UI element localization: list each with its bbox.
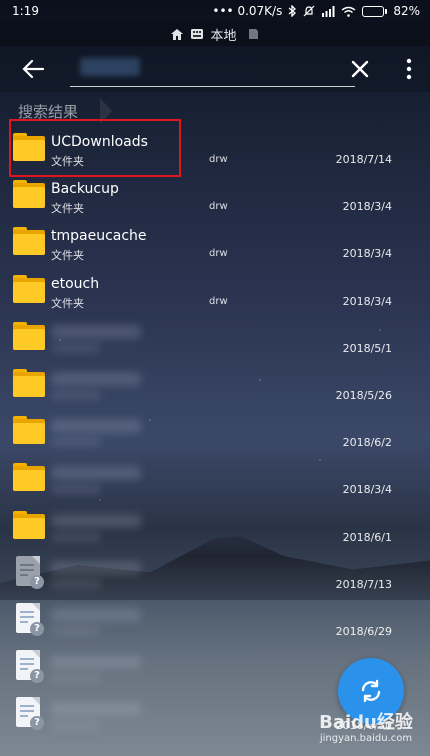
storage-icon: [191, 29, 204, 39]
file-name-redacted: [51, 324, 141, 339]
more-options-button[interactable]: [394, 46, 424, 92]
folder-icon: [13, 180, 45, 209]
file-date: 2018/7/13: [335, 577, 392, 591]
file-date: 2018/3/4: [342, 294, 392, 308]
file-date: 2018/6/2: [342, 436, 392, 450]
file-type-redacted: [51, 626, 101, 636]
home-icon[interactable]: [170, 28, 184, 41]
file-row[interactable]: 2018/5/26: [0, 358, 430, 405]
file-row[interactable]: ? 2018/6/29: [0, 594, 430, 641]
file-name-redacted: [51, 466, 141, 481]
file-permission: drw: [209, 295, 228, 307]
file-type-redacted: [51, 390, 101, 400]
watermark-url: jingyan.baidu.com: [319, 733, 413, 744]
file-type-redacted: [51, 437, 101, 448]
clear-icon: [351, 60, 369, 78]
file-name: tmpaeucache: [51, 228, 147, 245]
file-type-redacted: [51, 531, 101, 542]
status-bar: 1:19 ••• 0.07K/s 82%: [0, 0, 430, 22]
file-row[interactable]: 2018/6/2: [0, 405, 430, 452]
file-name-redacted: [51, 372, 141, 386]
back-button[interactable]: [10, 46, 56, 92]
highlight-box: [9, 119, 181, 177]
file-permission: drw: [209, 154, 228, 165]
file-name-redacted: [51, 702, 141, 717]
file-date: 2018/3/4: [342, 247, 392, 261]
unknown-file-icon: ?: [13, 650, 45, 684]
file-name-redacted: [51, 419, 141, 434]
back-arrow-icon: [22, 59, 45, 79]
wifi-icon: [341, 6, 356, 17]
status-time: 1:19: [12, 4, 39, 18]
file-name-redacted: [51, 513, 141, 528]
search-text-redacted: [80, 58, 140, 76]
file-date: 2018/6/29: [335, 625, 392, 638]
folder-icon: [13, 321, 45, 350]
folder-icon: [13, 274, 45, 303]
file-name: Backucup: [51, 181, 119, 198]
file-type-redacted: [51, 484, 101, 495]
unknown-file-icon: ?: [13, 555, 45, 589]
file-type-redacted: [51, 720, 101, 731]
file-row[interactable]: 2018/5/1: [0, 311, 430, 358]
battery-icon: [362, 5, 388, 17]
file-permission: drw: [209, 201, 228, 213]
top-toolbar: [0, 46, 430, 92]
folder-icon: [13, 416, 45, 445]
file-name: etouch: [51, 275, 100, 292]
watermark-logo: Baidu经验: [319, 712, 413, 733]
file-name-redacted: [51, 655, 141, 670]
location-label[interactable]: 本地: [210, 25, 236, 44]
file-date: 2018/3/4: [342, 200, 392, 214]
file-name-redacted: [51, 608, 141, 622]
file-permission: drw: [209, 248, 228, 260]
file-type: 文件夹: [51, 202, 84, 216]
search-underline: [70, 86, 355, 87]
search-box: [70, 46, 355, 92]
file-type-redacted: [51, 578, 101, 589]
unknown-file-icon: ?: [13, 697, 45, 731]
file-row[interactable]: 2018/3/4: [0, 452, 430, 499]
file-type-redacted: [51, 673, 101, 684]
file-row[interactable]: ? 2018/7/13: [0, 547, 430, 594]
battery-percent: 82%: [393, 4, 420, 18]
sdcard-icon[interactable]: [247, 28, 260, 40]
file-date: 2018/6/1: [342, 530, 392, 544]
file-row[interactable]: 2018/6/1: [0, 500, 430, 547]
file-row[interactable]: etouch 文件夹 drw 2018/3/4: [0, 264, 430, 311]
file-date: 2018/5/26: [335, 389, 392, 402]
file-type: 文件夹: [51, 249, 84, 263]
file-type: 文件夹: [51, 296, 84, 310]
folder-icon: [13, 510, 45, 539]
file-date: 2018/5/1: [342, 341, 392, 355]
folder-icon: [13, 369, 45, 397]
baidu-watermark: Baidu经验 jingyan.baidu.com: [312, 708, 420, 744]
refresh-icon: [361, 679, 381, 703]
bluetooth-icon: [288, 5, 297, 17]
file-row[interactable]: tmpaeucache 文件夹 drw 2018/3/4: [0, 216, 430, 263]
mute-icon: [303, 5, 315, 17]
file-type-redacted: [51, 342, 101, 353]
file-name-redacted: [51, 560, 141, 575]
signal-icon: [322, 5, 335, 17]
more-vert-icon: [406, 58, 412, 80]
file-date: 2018/3/4: [342, 483, 392, 497]
file-date: 2018/7/14: [335, 153, 392, 166]
unknown-file-icon: ?: [13, 603, 45, 636]
folder-icon: [13, 463, 45, 492]
network-speed: ••• 0.07K/s: [212, 4, 283, 18]
location-bar: 本地: [0, 22, 430, 46]
status-icons: ••• 0.07K/s 82%: [212, 4, 420, 18]
folder-icon: [13, 227, 45, 256]
